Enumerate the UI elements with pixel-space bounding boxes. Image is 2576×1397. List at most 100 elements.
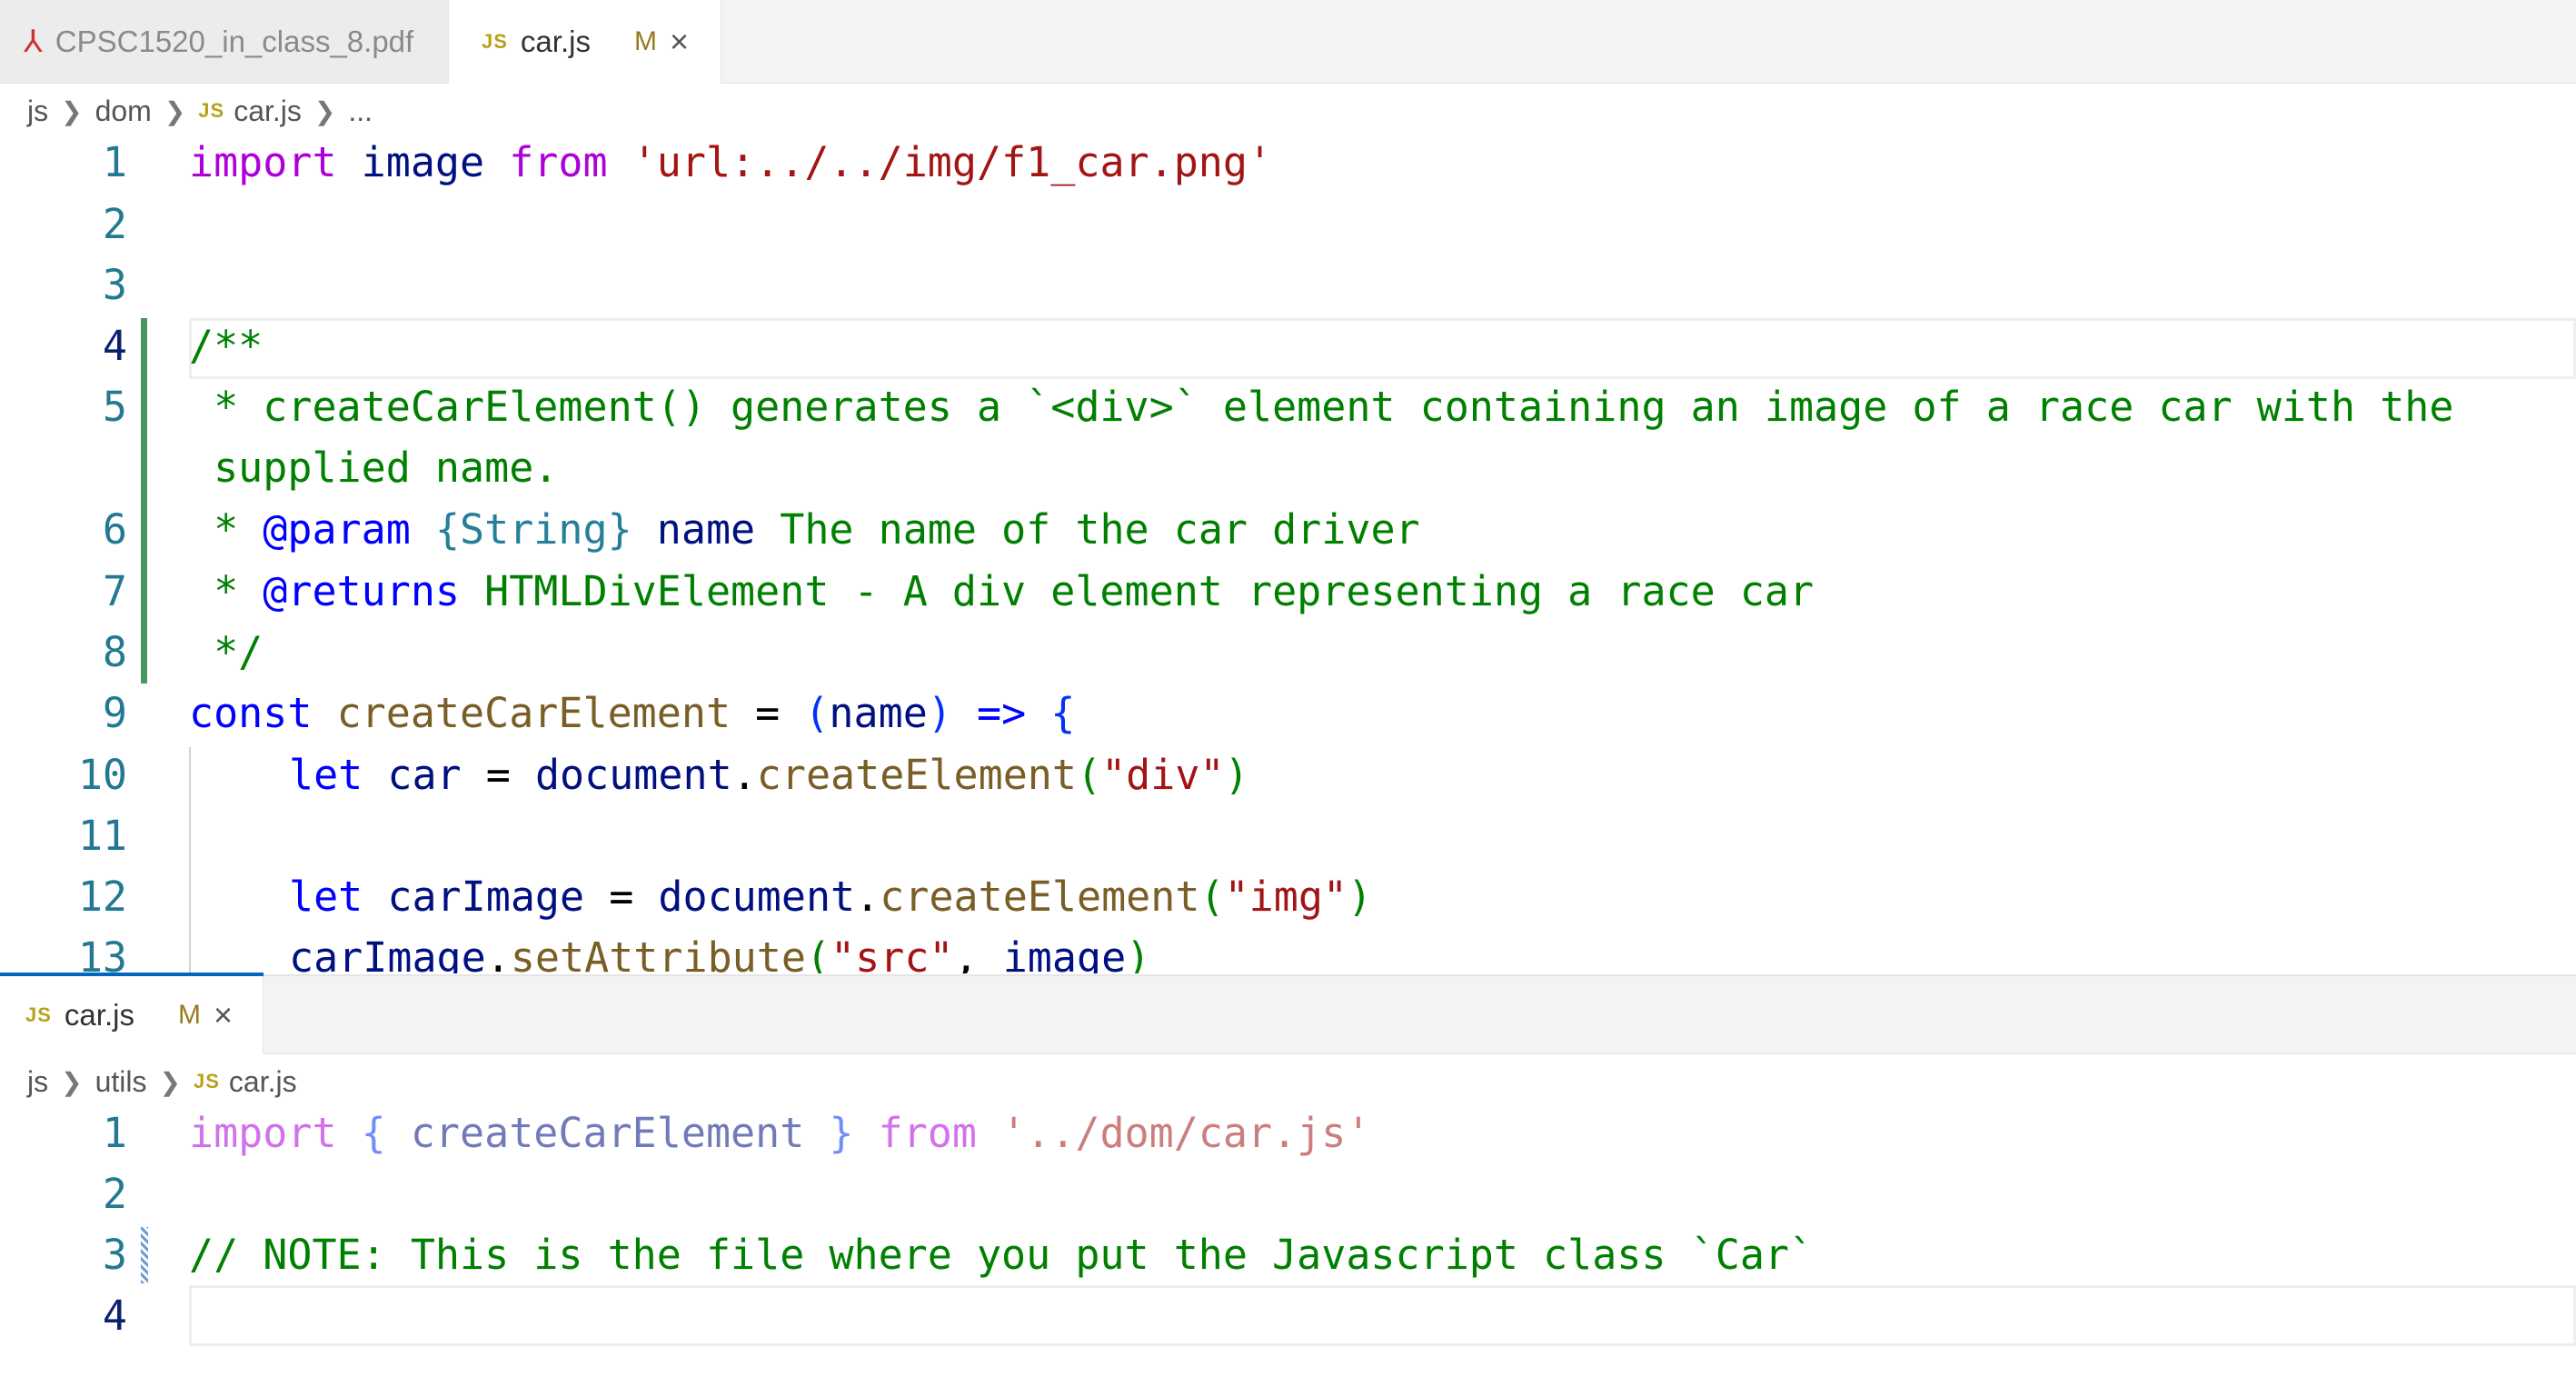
code-line[interactable]: * @returns HTMLDivElement - A div elemen… (189, 567, 1814, 615)
close-icon[interactable]: × (214, 996, 233, 1034)
breadcrumb-bottom: js ❯ utils ❯ JS car.js (27, 1054, 297, 1109)
keyword: let (289, 873, 363, 921)
line-number: 5 (102, 383, 127, 431)
code-line-wrapped[interactable]: supplied name. (189, 444, 558, 492)
tab-pdf[interactable]: ⅄ CPSC1520_in_class_8.pdf (0, 0, 449, 83)
operator: . (855, 873, 880, 921)
paren: ( (1076, 751, 1102, 799)
tab-car-js-label: car.js (520, 25, 591, 58)
code-line[interactable]: /** (189, 322, 263, 370)
code-line[interactable]: // NOTE: This is the file where you put … (189, 1231, 1814, 1279)
keyword: const (189, 689, 313, 737)
line-number: 6 (102, 505, 127, 554)
editor-tab-bar: ⅄ CPSC1520_in_class_8.pdf JS car.js M × (0, 0, 2576, 84)
keyword: from (878, 1109, 977, 1157)
identifier: image (1002, 933, 1127, 973)
jsdoc-param-name: name (656, 505, 756, 554)
line-number: 10 (77, 751, 127, 799)
code-line[interactable]: const createCarElement = (name) => { (189, 689, 1075, 737)
js-file-icon: JS (25, 1003, 52, 1026)
line-number: 4 (102, 1292, 127, 1340)
brace: } (829, 1109, 854, 1157)
comment: The name of the car driver (755, 505, 1420, 554)
breadcrumb-item-js[interactable]: js (27, 1065, 48, 1099)
function-name: setAttribute (510, 933, 806, 973)
modified-line-gutter-marker (141, 1227, 148, 1283)
breadcrumb-item-dom[interactable]: dom (95, 95, 152, 128)
modified-indicator: M (633, 26, 657, 56)
keyword: from (509, 138, 608, 186)
line-number: 7 (102, 567, 127, 615)
string-literal: "src" (830, 933, 954, 973)
function-name: createElement (880, 873, 1200, 921)
line-number: 1 (102, 138, 127, 186)
jsdoc-tag: @returns (263, 567, 461, 615)
tab-car-js[interactable]: JS car.js M × (449, 0, 721, 84)
operator: , (953, 933, 1003, 973)
identifier: document (534, 751, 732, 799)
line-number: 9 (102, 689, 127, 737)
operator: . (485, 933, 511, 973)
string-literal: 'url:../../img/f1_car.png' (632, 138, 1273, 186)
js-file-icon: JS (198, 99, 225, 122)
paren: ( (805, 933, 831, 973)
function-name: createElement (756, 751, 1077, 799)
keyword: import (189, 138, 337, 186)
identifier: document (658, 873, 856, 921)
code-line[interactable]: let car = document.createElement("div") (289, 751, 1249, 799)
paren: ) (1348, 873, 1373, 921)
close-icon[interactable]: × (670, 25, 689, 58)
js-file-icon: JS (193, 1070, 220, 1093)
arrow-operator: => (951, 689, 1051, 737)
function-name: createCarElement (336, 689, 731, 737)
line-number: 8 (102, 628, 127, 676)
paren: ) (1126, 933, 1151, 973)
code-line[interactable]: * createCarElement() generates a `<div>`… (189, 383, 2453, 431)
identifier: carImage (387, 873, 585, 921)
paren: ) (927, 689, 952, 737)
breadcrumb: js ❯ dom ❯ JS car.js ❯ ... (27, 84, 373, 138)
identifier: car (387, 751, 462, 799)
paren: ( (1199, 873, 1225, 921)
pdf-icon: ⅄ (24, 24, 43, 59)
line-number: 4 (102, 322, 127, 370)
identifier: carImage (289, 933, 486, 973)
breadcrumb-more[interactable]: ... (348, 95, 373, 128)
code-line[interactable]: * @param {String} name The name of the c… (189, 505, 1420, 554)
paren: ( (804, 689, 830, 737)
breadcrumb-item-file[interactable]: car.js (234, 95, 302, 128)
chevron-right-icon: ❯ (61, 1067, 83, 1096)
jsdoc-tag: @param (263, 505, 411, 554)
line-number: 3 (102, 1231, 127, 1279)
string-literal: "div" (1101, 751, 1225, 799)
line-number: 3 (102, 261, 127, 309)
tab-car-js-bottom[interactable]: JS car.js M × (0, 976, 264, 1054)
chevron-right-icon: ❯ (164, 96, 186, 125)
active-pane-indicator (0, 973, 264, 976)
string-literal: "img" (1224, 873, 1348, 921)
code-line[interactable]: let carImage = document.createElement("i… (289, 873, 1372, 921)
keyword: let (289, 751, 363, 799)
js-file-icon: JS (482, 30, 508, 53)
editor-tab-bar-bottom: JS car.js M × (0, 976, 2576, 1054)
code-line[interactable]: carImage.setAttribute("src", image) (289, 933, 1150, 973)
operator: . (731, 751, 757, 799)
breadcrumb-item-file[interactable]: car.js (229, 1065, 297, 1099)
brace: { (361, 1109, 386, 1157)
chevron-right-icon: ❯ (159, 1067, 181, 1096)
comment: * (189, 505, 264, 554)
current-line-highlight (189, 1285, 2576, 1346)
code-line[interactable]: */ (189, 628, 263, 676)
breadcrumb-item-utils[interactable]: utils (95, 1065, 147, 1099)
identifier: createCarElement (410, 1109, 805, 1157)
parameter: name (829, 689, 928, 737)
identifier: image (361, 138, 485, 186)
line-number: 2 (102, 200, 127, 248)
jsdoc-type: {String} (434, 505, 632, 554)
line-number: 2 (102, 1170, 127, 1218)
chevron-right-icon: ❯ (61, 96, 83, 125)
breadcrumb-item-js[interactable]: js (27, 95, 48, 128)
code-line[interactable]: import { createCarElement } from '../dom… (189, 1109, 1370, 1157)
comment: HTMLDivElement - A div element represent… (460, 567, 1815, 615)
code-line[interactable]: import image from 'url:../../img/f1_car.… (189, 138, 1272, 186)
